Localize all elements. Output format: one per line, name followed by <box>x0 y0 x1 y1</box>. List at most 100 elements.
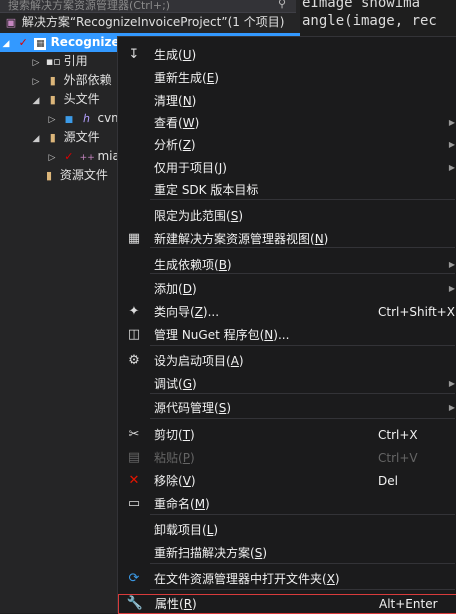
menu-item-shortcut: Ctrl+Shift+X <box>378 305 455 319</box>
code-line: eImage showima <box>302 0 421 11</box>
new-view-icon: ▦ <box>127 231 141 246</box>
tree-item-references[interactable]: ▷ ▪▫ 引用 <box>30 52 88 71</box>
menu-item-3[interactable]: 查看(W) ▶ <box>118 112 456 134</box>
menu-item-16[interactable]: ✂ 剪切(T) Ctrl+X <box>118 424 456 446</box>
context-menu: ↧ 生成(U) 重新生成(E) 清理(N) 查看(W) ▶ 分析(Z) ▶ 仅用于项目(J) ▶ 重… <box>117 36 456 614</box>
menu-item-label: 生成(U) <box>154 48 197 62</box>
submenu-arrow-icon: ▶ <box>448 284 455 293</box>
check-icon: ✓ <box>18 36 28 49</box>
menu-item-6[interactable]: 重定 SDK 版本目标 <box>118 179 456 201</box>
build-icon: ↧ <box>128 47 140 62</box>
collapse-arrow-icon[interactable]: ◢ <box>30 92 42 111</box>
menu-item-label: 粘贴(P) <box>154 451 195 465</box>
menu-item-label: 调试(G) <box>154 377 197 391</box>
tree-item-resource-files[interactable]: ▮ 资源文件 <box>42 166 108 185</box>
tree-item-header-files[interactable]: ◢ ▮ 头文件 <box>30 90 100 109</box>
submenu-arrow-icon: ▶ <box>448 163 455 172</box>
menu-item-18[interactable]: ✕ 移除(V) Del <box>118 470 456 492</box>
check-icon: ✓ <box>64 150 74 163</box>
menu-item-shortcut: Ctrl+X <box>378 428 418 442</box>
tree-item-external-deps[interactable]: ▷ ▮ 外部依赖 <box>30 71 112 90</box>
rename-icon: ▭ <box>127 496 141 511</box>
menu-item-label: 新建解决方案资源管理器视图(N) <box>154 232 329 246</box>
menu-item-label: 类向导(Z)... <box>154 305 220 319</box>
menu-item-label: 移除(V) <box>154 474 196 488</box>
search-icon[interactable]: ⚲ <box>278 0 286 9</box>
code-editor[interactable]: eImage showima angle(image, rec <box>300 0 456 38</box>
submenu-arrow-icon: ▶ <box>448 260 455 269</box>
menu-item-label: 在文件资源管理器中打开文件夹(X) <box>154 572 340 586</box>
menu-item-22[interactable]: ⟳ 在文件资源管理器中打开文件夹(X) <box>118 568 456 590</box>
tree-item-label: 源文件 <box>63 130 100 144</box>
menu-item-label: 源代码管理(S) <box>154 401 231 415</box>
tree-item-mian[interactable]: ▷ ✓ ++ mian <box>46 147 128 166</box>
gear-icon: ⚙ <box>128 353 140 368</box>
references-icon: ▪▫ <box>45 55 61 68</box>
menu-item-label: 重定 SDK 版本目标 <box>154 183 259 197</box>
submenu-arrow-icon: ▶ <box>448 403 455 412</box>
code-line: angle(image, rec <box>302 13 437 29</box>
menu-item-label: 重命名(M) <box>154 497 210 511</box>
menu-item-10[interactable]: 添加(D) ▶ <box>118 278 456 300</box>
tree-item-label: 外部依赖 <box>63 73 112 87</box>
menu-item-label: 管理 NuGet 程序包(N)... <box>154 328 290 342</box>
collapse-arrow-icon[interactable]: ◢ <box>30 130 42 149</box>
solution-node[interactable]: ▣ 解决方案“RecognizeInvoiceProject”(1 个项目) <box>4 13 285 32</box>
menu-item-23[interactable]: 🔧 属性(R) Alt+Enter <box>118 594 456 614</box>
submenu-arrow-icon: ▶ <box>448 140 455 149</box>
menu-item-label: 查看(W) <box>154 116 200 130</box>
menu-item-label: 分析(Z) <box>154 138 196 152</box>
menu-item-label: 重新生成(E) <box>154 71 219 85</box>
menu-item-11[interactable]: ✦ 类向导(Z)... Ctrl+Shift+X <box>118 301 456 323</box>
folder-icon: ▮ <box>45 169 53 182</box>
solution-label: 解决方案“RecognizeInvoiceProject”(1 个项目) <box>21 15 285 29</box>
scissors-icon: ✂ <box>128 427 140 442</box>
menu-item-shortcut: Alt+Enter <box>379 597 438 611</box>
menu-item-13[interactable]: ⚙ 设为启动项目(A) <box>118 350 456 372</box>
menu-item-label: 仅用于项目(J) <box>154 161 227 175</box>
menu-item-0[interactable]: ↧ 生成(U) <box>118 44 456 66</box>
menu-item-5[interactable]: 仅用于项目(J) ▶ <box>118 157 456 179</box>
remove-icon: ✕ <box>128 473 140 488</box>
menu-item-8[interactable]: ▦ 新建解决方案资源管理器视图(N) <box>118 228 456 250</box>
folder-icon: ▮ <box>49 131 56 144</box>
project-icon: ▦ <box>34 38 47 50</box>
menu-item-2[interactable]: 清理(N) <box>118 90 456 112</box>
nuget-icon: ◫ <box>127 327 141 342</box>
external-deps-icon: ▮ <box>49 74 56 87</box>
tree-item-label: 引用 <box>63 54 88 68</box>
folder-icon: ▮ <box>49 93 56 106</box>
menu-item-label: 设为启动项目(A) <box>154 354 244 368</box>
menu-item-label: 重新扫描解决方案(S) <box>154 546 267 560</box>
menu-item-label: 生成依赖项(B) <box>154 258 232 272</box>
menu-item-17[interactable]: ▤ 粘贴(P) Ctrl+V <box>118 447 456 469</box>
menu-item-7[interactable]: 限定为此范围(S) <box>118 205 456 227</box>
header-file-icon: ℎ <box>83 112 91 125</box>
class-wizard-icon: ✦ <box>128 304 140 319</box>
menu-item-14[interactable]: 调试(G) ▶ <box>118 373 456 395</box>
menu-item-label: 清理(N) <box>154 94 197 108</box>
menu-item-12[interactable]: ◫ 管理 NuGet 程序包(N)... <box>118 324 456 346</box>
search-placeholder: 搜索解决方案资源管理器(Ctrl+;) <box>8 0 171 12</box>
menu-item-20[interactable]: 卸载项目(L) <box>118 519 456 541</box>
menu-item-15[interactable]: 源代码管理(S) ▶ <box>118 397 456 419</box>
solution-icon: ▣ <box>5 16 17 29</box>
menu-item-label: 剪切(T) <box>154 428 195 442</box>
menu-item-1[interactable]: 重新生成(E) <box>118 67 456 89</box>
submenu-arrow-icon: ▶ <box>448 379 455 388</box>
menu-item-9[interactable]: 生成依赖项(B) ▶ <box>118 254 456 276</box>
tree-item-label: 资源文件 <box>59 168 108 182</box>
collapse-arrow-icon[interactable]: ◢ <box>0 35 12 54</box>
menu-item-4[interactable]: 分析(Z) ▶ <box>118 134 456 156</box>
paste-icon: ▤ <box>127 450 141 465</box>
open-folder-icon: ⟳ <box>128 571 140 586</box>
menu-item-19[interactable]: ▭ 重命名(M) <box>118 493 456 515</box>
search-input[interactable]: 搜索解决方案资源管理器(Ctrl+;) ⚲ <box>0 0 296 13</box>
menu-item-label: 卸载项目(L) <box>154 523 219 537</box>
project-label: Recognize <box>50 35 120 49</box>
menu-item-21[interactable]: 重新扫描解决方案(S) <box>118 542 456 564</box>
menu-item-label: 属性(R) <box>155 597 197 611</box>
tree-item-source-files[interactable]: ◢ ▮ 源文件 <box>30 128 100 147</box>
menu-item-label: 添加(D) <box>154 282 197 296</box>
menu-item-label: 限定为此范围(S) <box>154 209 243 223</box>
